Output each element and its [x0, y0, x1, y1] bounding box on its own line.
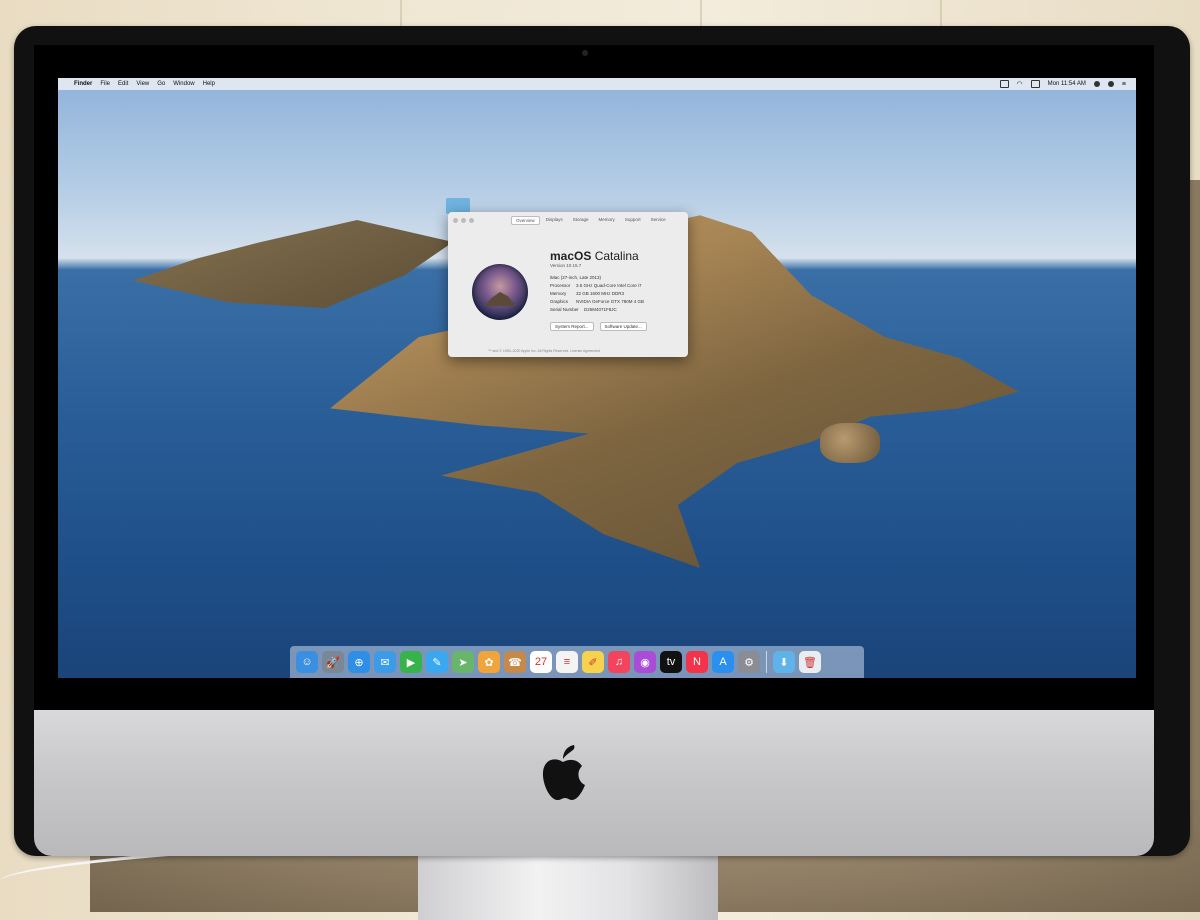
window-titlebar: Overview Displays Storage Memory Support… [448, 212, 688, 228]
airplay-icon[interactable] [999, 80, 1009, 88]
maps-icon[interactable]: ➤ [452, 651, 474, 673]
wifi-icon[interactable]: ◠ [1017, 80, 1023, 88]
contacts-icon[interactable]: ☎ [504, 651, 526, 673]
menu-view[interactable]: View [136, 81, 149, 87]
menu-window[interactable]: Window [173, 81, 194, 87]
zoom-window-button[interactable] [469, 217, 474, 223]
os-name: macOS Catalina [550, 249, 639, 263]
facetime-icon[interactable]: ▶ [400, 651, 422, 673]
menu-bar: Finder File Edit View Go Window Help ◠ M… [58, 78, 1136, 90]
system-preferences-icon[interactable]: ⚙ [738, 651, 760, 673]
tab-displays[interactable]: Displays [542, 216, 567, 225]
news-icon[interactable]: N [686, 651, 708, 673]
os-version: Version 10.15.7 [550, 263, 582, 268]
flag-icon[interactable] [1030, 80, 1040, 88]
about-buttons: System Report... Software Update... [550, 322, 647, 331]
spec-row-memory: Memory 32 GB 1600 MHz DDR3 [550, 291, 625, 296]
tab-bar: Overview Displays Storage Memory Support… [511, 215, 670, 225]
messages-icon[interactable]: ✎ [426, 651, 448, 673]
photos-icon[interactable]: ✿ [478, 651, 500, 673]
spec-row-graphics: Graphics NVIDIA GeForce GTX 780M 4 GB [550, 299, 645, 304]
mail-icon[interactable]: ✉ [374, 651, 396, 673]
spec-row-processor: Processor 3.5 GHz Quad-Core Intel Core i7 [550, 283, 642, 288]
menu-finder[interactable]: Finder [74, 81, 92, 87]
downloads-folder-icon[interactable]: ⬇ [773, 651, 795, 673]
spec-row-model: iMac (27-inch, Late 2013) [550, 275, 602, 280]
notification-center-icon[interactable]: ≡ [1122, 81, 1126, 88]
minimize-window-button[interactable] [461, 217, 466, 223]
clock[interactable]: Mon 11:54 AM [1048, 81, 1086, 87]
app-store-icon[interactable]: A [712, 651, 734, 673]
system-report-button[interactable]: System Report... [550, 322, 594, 331]
menu-edit[interactable]: Edit [118, 81, 128, 87]
desktop-screen: Finder File Edit View Go Window Help ◠ M… [58, 78, 1136, 678]
about-this-mac-window: Overview Displays Storage Memory Support… [448, 212, 688, 357]
close-window-button[interactable] [453, 217, 458, 223]
imac-chin [34, 710, 1154, 856]
podcasts-icon[interactable]: ◉ [634, 651, 656, 673]
tab-storage[interactable]: Storage [569, 216, 593, 225]
notes-icon[interactable]: ✐ [582, 651, 604, 673]
software-update-button[interactable]: Software Update... [599, 322, 647, 331]
spec-list: iMac (27-inch, Late 2013) Processor 3.5 G… [550, 275, 685, 315]
dock-separator [766, 651, 767, 673]
finder-icon[interactable]: ☺ [296, 651, 318, 673]
launchpad-icon[interactable]: 🚀 [322, 651, 344, 673]
wallpaper-island-left [133, 220, 453, 308]
tab-support[interactable]: Support [621, 216, 645, 225]
tab-memory[interactable]: Memory [595, 216, 619, 225]
wallpaper-rock [820, 423, 880, 463]
camera [582, 50, 588, 56]
menu-file[interactable]: File [100, 81, 110, 87]
menu-help[interactable]: Help [203, 81, 215, 87]
dock: ☺ 🚀 ⊕ ✉ ▶ ✎ ➤ ✿ ☎ 27 ≡ ✐ ♫ ◉ tv N A ⚙ ⬇ 🗑 [290, 646, 864, 678]
spec-row-serial: Serial Number D25M4071F8JC [550, 307, 617, 312]
tv-icon[interactable]: tv [660, 651, 682, 673]
wallpaper-island-main [330, 215, 1019, 568]
music-icon[interactable]: ♫ [608, 651, 630, 673]
safari-icon[interactable]: ⊕ [348, 651, 370, 673]
siri-icon[interactable] [1107, 81, 1114, 87]
catalina-logo-icon [472, 264, 528, 320]
copyright-text: ™ and © 1983–2020 Apple Inc. All Rights … [488, 349, 601, 353]
tab-service[interactable]: Service [647, 216, 670, 225]
tab-overview[interactable]: Overview [511, 215, 540, 225]
calendar-icon[interactable]: 27 [530, 651, 552, 673]
menu-go[interactable]: Go [157, 81, 165, 87]
apple-logo-icon [542, 745, 585, 801]
trash-icon[interactable]: 🗑 [799, 651, 821, 673]
reminders-icon[interactable]: ≡ [556, 651, 578, 673]
spotlight-icon[interactable] [1093, 81, 1100, 87]
